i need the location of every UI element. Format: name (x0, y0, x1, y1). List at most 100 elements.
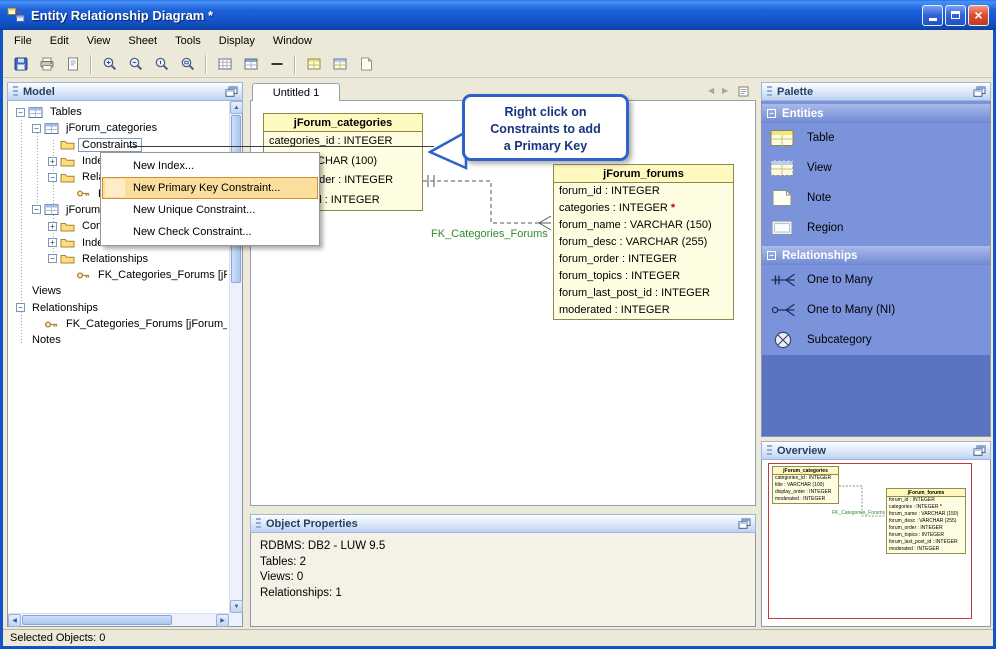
palette-item-label: One to Many (NI) (807, 304, 896, 316)
menu-item-new-check-constraint[interactable]: New Check Constraint... (102, 221, 318, 243)
table-column[interactable]: categories : INTEGER * (554, 200, 733, 217)
object-properties-header[interactable]: Object Properties (250, 514, 756, 533)
table-header[interactable]: jForum_categories (264, 114, 422, 132)
menu-item-new-unique-constraint[interactable]: New Unique Constraint... (102, 199, 318, 221)
scroll-left-icon[interactable] (8, 614, 21, 627)
tree-item-fk-categories-forums-jforum-categories[interactable]: FK_Categories_Forums [jForum_categories] (10, 267, 227, 283)
zoom-out-button[interactable] (123, 53, 148, 76)
zoom-actual-button[interactable] (149, 53, 174, 76)
insert-view-button[interactable] (327, 53, 352, 76)
palette-section-relationships[interactable]: − Relationships (762, 246, 990, 265)
palette-item-one-to-many-ni[interactable]: One to Many (NI) (762, 295, 990, 325)
table-header[interactable]: jForum_forums (554, 165, 733, 183)
grid-button[interactable] (212, 53, 237, 76)
float-panel-icon[interactable] (973, 86, 986, 97)
scrollbar-thumb[interactable] (22, 615, 172, 625)
object-properties-title: Object Properties (266, 517, 358, 530)
expand-icon[interactable]: + (48, 156, 57, 166)
collapse-icon[interactable]: − (767, 109, 776, 118)
table-column[interactable]: categories_id : INTEGER (264, 132, 422, 152)
print-button[interactable] (34, 53, 59, 76)
table-view-button[interactable] (238, 53, 263, 76)
zoom-in-button[interactable] (97, 53, 122, 76)
menu-file[interactable]: File (5, 32, 41, 50)
tab-list-icon[interactable] (737, 85, 750, 98)
float-panel-icon[interactable] (225, 86, 238, 97)
float-panel-icon[interactable] (973, 445, 986, 456)
grip-icon[interactable] (256, 517, 261, 530)
tree-item-notes[interactable]: Notes (10, 332, 227, 348)
tree-item-relationships[interactable]: −Relationships (10, 300, 227, 316)
float-panel-icon[interactable] (738, 518, 751, 529)
tree-item-tables[interactable]: − Tables (10, 104, 227, 120)
insert-note-button[interactable] (353, 53, 378, 76)
collapse-icon[interactable]: − (767, 251, 776, 260)
zoom-fit-button[interactable] (175, 53, 200, 76)
table-column[interactable]: forum_last_post_id : INTEGER (554, 285, 733, 302)
scroll-right-icon[interactable] (216, 614, 229, 627)
grip-icon[interactable] (13, 85, 18, 98)
folder-icon (60, 138, 75, 151)
palette-item-subcategory[interactable]: Subcategory (762, 325, 990, 355)
tree-item-views[interactable]: Views (10, 283, 227, 299)
minimize-button[interactable] (922, 4, 943, 26)
diagram-table-jforum-forums[interactable]: jForum_forums forum_id : INTEGER categorie… (553, 164, 734, 320)
palette-item-region[interactable]: Region (762, 213, 990, 243)
menu-tools[interactable]: Tools (166, 32, 210, 50)
grip-icon[interactable] (767, 85, 772, 98)
palette-item-view[interactable]: View (762, 153, 990, 183)
tree-item-relationships[interactable]: −Relationships (10, 251, 227, 267)
menu-item-new-primary-key-constraint[interactable]: New Primary Key Constraint... (102, 177, 318, 199)
table-column[interactable]: forum_id : INTEGER (554, 183, 733, 200)
menu-window[interactable]: Window (264, 32, 321, 50)
collapse-icon[interactable]: − (48, 172, 57, 182)
collapse-icon[interactable]: − (16, 107, 25, 117)
expand-icon[interactable]: + (48, 238, 57, 248)
collapse-icon[interactable]: − (32, 123, 41, 133)
palette-item-table[interactable]: Table (762, 123, 990, 153)
tab-scroll-right-icon[interactable] (722, 86, 728, 95)
scroll-up-icon[interactable] (230, 101, 243, 114)
line-button[interactable] (264, 53, 289, 76)
collapse-icon[interactable]: − (48, 254, 57, 264)
tree-item-jforum-categories[interactable]: − jForum_categories (10, 120, 227, 136)
table-column[interactable]: forum_topics : INTEGER (554, 268, 733, 285)
folder-icon (60, 236, 75, 249)
palette-item-note[interactable]: Note (762, 183, 990, 213)
expand-icon[interactable]: + (48, 221, 57, 231)
tree-item-label: Tables (50, 106, 82, 119)
close-button[interactable] (968, 4, 989, 26)
table-column[interactable]: forum_desc : VARCHAR (255) (554, 234, 733, 251)
menu-item-new-index[interactable]: New Index... (102, 155, 318, 177)
tree-item-constraints[interactable]: Constraints (10, 137, 227, 153)
property-line: Views: 0 (260, 571, 304, 583)
collapse-icon[interactable]: − (16, 303, 25, 313)
menu-view[interactable]: View (78, 32, 120, 50)
folder-icon (60, 171, 75, 184)
model-panel-header[interactable]: Model (7, 82, 243, 101)
page-setup-button[interactable] (60, 53, 85, 76)
save-icon (13, 56, 29, 72)
palette-section-entities[interactable]: − Entities (762, 104, 990, 123)
tab-untitled-1[interactable]: Untitled 1 (252, 83, 340, 101)
menu-sheet[interactable]: Sheet (119, 32, 166, 50)
table-column: forum_id : INTEGER (889, 497, 935, 503)
horizontal-scrollbar[interactable] (8, 613, 229, 627)
title-bar[interactable]: Entity Relationship Diagram * (0, 0, 996, 30)
table-column[interactable]: moderated : INTEGER (554, 302, 733, 319)
table-column[interactable]: forum_name : VARCHAR (150) (554, 217, 733, 234)
grip-icon[interactable] (767, 444, 772, 457)
overview-header[interactable]: Overview (761, 441, 991, 460)
palette-header[interactable]: Palette (761, 82, 991, 101)
save-button[interactable] (8, 53, 33, 76)
menu-edit[interactable]: Edit (41, 32, 78, 50)
tab-scroll-left-icon[interactable] (708, 86, 714, 95)
palette-item-one-to-many[interactable]: One to Many (762, 265, 990, 295)
collapse-icon[interactable]: − (32, 205, 41, 215)
menu-display[interactable]: Display (210, 32, 264, 50)
maximize-button[interactable] (945, 4, 966, 26)
insert-table-button[interactable] (301, 53, 326, 76)
table-column[interactable]: forum_order : INTEGER (554, 251, 733, 268)
tree-item-fk-categories-forums-jforum-categories[interactable]: FK_Categories_Forums [jForum_categories] (10, 316, 227, 332)
scroll-down-icon[interactable] (230, 600, 243, 613)
